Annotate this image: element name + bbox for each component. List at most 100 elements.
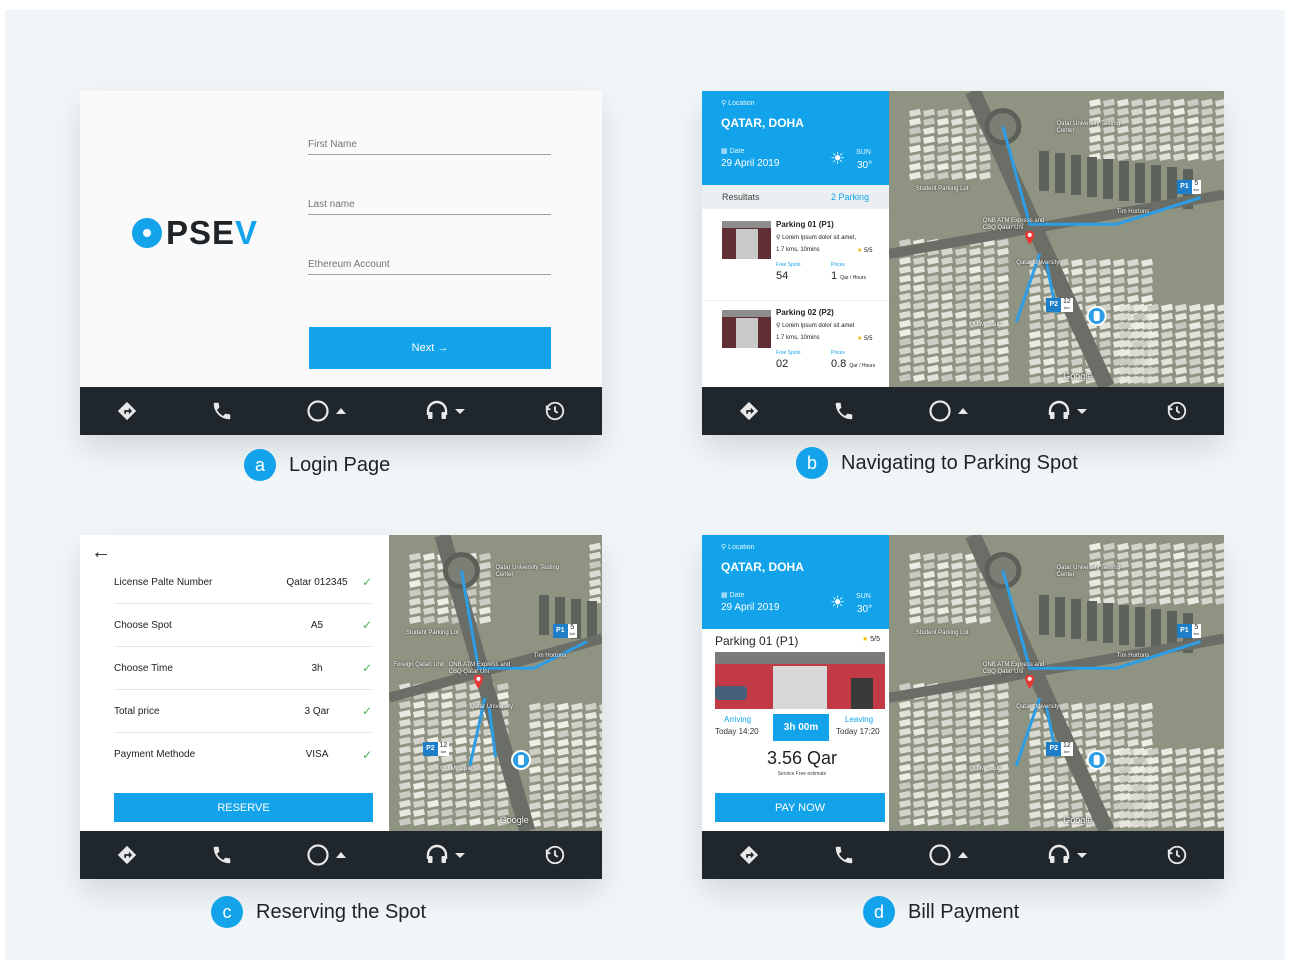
check-icon: ✓ [361, 747, 372, 762]
phone-icon[interactable] [833, 400, 855, 422]
navigation-screen: Qatar University Testing Center Student P… [702, 91, 1224, 435]
satellite-map [889, 535, 1224, 831]
car-navbar [702, 387, 1224, 435]
phone-icon[interactable] [211, 844, 233, 866]
check-icon: ✓ [361, 618, 372, 632]
parking-pin-p1[interactable]: P1 5 km [553, 623, 577, 638]
back-arrow-icon[interactable]: ← [91, 541, 111, 564]
row-value: 3 Qar [304, 705, 330, 717]
car-navbar [702, 831, 1224, 879]
directions-icon[interactable] [116, 844, 138, 866]
row-label: Total price [114, 705, 160, 717]
results-bar: Resultats 2 Parking [702, 185, 889, 209]
temperature-value: 30° [857, 160, 873, 171]
parking-distance: 1.7 kms, 10mins [776, 335, 820, 341]
ethereum-account-input[interactable] [308, 255, 551, 275]
location-header: ⚲ Location QATAR, DOHA ▦ Date 29 April 2… [702, 91, 889, 185]
temperature-value: 30° [857, 604, 873, 615]
google-watermark: Google [1063, 371, 1093, 381]
map-view[interactable]: Qatar University Testing Center Student P… [889, 535, 1224, 831]
logo-mark-icon [132, 218, 162, 248]
price-label: Prices [831, 262, 845, 268]
parking-pin-p1[interactable]: P1 5 km [1177, 179, 1201, 194]
pay-now-button[interactable]: PAY NOW [715, 793, 885, 822]
phone-icon[interactable] [211, 400, 233, 422]
caption-badge: c [211, 896, 243, 928]
reserve-row[interactable]: Total price 3 Qar ✓ [114, 690, 372, 733]
history-icon[interactable] [1166, 844, 1188, 866]
date-label: Date [729, 148, 745, 155]
map-label: Qatar University Testing Center [495, 564, 560, 578]
headphones-icon[interactable] [425, 843, 471, 867]
map-label: Tim Hortons [1116, 653, 1150, 660]
reserve-row[interactable]: License Palte Number Qatar 012345 ✓ [114, 561, 372, 604]
star-icon: ★ [857, 336, 863, 342]
last-name-input[interactable] [308, 195, 551, 215]
parking-item[interactable]: Parking 02 (P2) ⚲ Lorem ipsum dolor sit … [702, 302, 889, 387]
car-navbar [80, 387, 602, 435]
location-label: Location [728, 100, 755, 107]
parking-pin-p2[interactable]: P2 12 km [1046, 742, 1073, 757]
map-label: Qatar University [1016, 703, 1060, 710]
map-view[interactable]: Qatar University Testing Center Student P… [889, 91, 1224, 387]
directions-icon[interactable] [738, 400, 760, 422]
home-circle-icon[interactable] [306, 843, 352, 867]
parking-pin-p2[interactable]: P2 12 km [423, 742, 450, 757]
headphones-icon[interactable] [1047, 399, 1093, 423]
reserve-row[interactable]: Payment Methode VISA ✓ [114, 733, 372, 776]
map-view[interactable]: Qatar University Testing Center Student P… [389, 535, 602, 831]
price-value: 0.8 [831, 358, 847, 370]
check-icon: ✓ [361, 575, 372, 589]
parking-photo [722, 310, 771, 348]
home-circle-icon[interactable] [928, 399, 974, 423]
parking-item[interactable]: Parking 01 (P1) ⚲ Lorem ipsum dolor sit … [702, 215, 889, 301]
day-value: SUN [856, 593, 871, 600]
star-icon: ★ [857, 248, 863, 254]
map-label: Qatar University Testing Center [1056, 564, 1121, 578]
caption-badge: a [244, 449, 276, 481]
price-unit: Qar / Hours [840, 275, 867, 281]
map-label: Tim Hortons [533, 653, 567, 660]
check-icon: ✓ [361, 661, 372, 675]
date-value: 29 April 2019 [721, 158, 780, 169]
home-circle-icon[interactable] [928, 843, 974, 867]
reserve-row[interactable]: Choose Time 3h ✓ [114, 647, 372, 690]
parking-name: Parking 02 (P2) [776, 308, 834, 317]
map-label: QU Mosque [440, 765, 473, 772]
spots-value: 54 [776, 270, 789, 282]
headphones-icon[interactable] [1047, 843, 1093, 867]
price-unit: Qar / Hours [849, 363, 876, 369]
headphones-icon[interactable] [425, 399, 471, 423]
check-icon: ✓ [361, 704, 372, 718]
caption-text: Reserving the Spot [256, 900, 427, 923]
logo-text: PSE [166, 214, 236, 251]
calendar-icon: ▦ [721, 592, 728, 599]
next-button[interactable]: Next → [309, 327, 551, 369]
showcase-canvas: PSEV Next → a Login Page Qatar Universit… [5, 10, 1285, 960]
history-icon[interactable] [1166, 400, 1188, 422]
caption-b: b Navigating to Parking Spot [796, 447, 1078, 479]
reserve-row[interactable]: Choose Spot A5 ✓ [114, 604, 372, 647]
spots-label: Free Spots [776, 262, 801, 268]
row-label: License Palte Number [114, 576, 213, 588]
location-pin-icon: ⚲ [776, 323, 781, 329]
caption-a: a Login Page [244, 449, 390, 481]
parking-pin-p2[interactable]: P2 12 km [1046, 298, 1073, 313]
parking-rating: 5/5 [864, 248, 873, 254]
history-icon[interactable] [544, 844, 566, 866]
map-label: QU Mosque [969, 321, 1002, 328]
map-label: Foreign Qatari Unit [393, 662, 444, 669]
history-icon[interactable] [544, 400, 566, 422]
reserve-button[interactable]: RESERVE [114, 793, 373, 822]
leaving-time: Today 17:20 [836, 727, 880, 736]
parking-pin-p1[interactable]: P1 5 km [1177, 623, 1201, 638]
pin-id: P2 [1046, 298, 1061, 313]
directions-icon[interactable] [738, 844, 760, 866]
first-name-input[interactable] [308, 135, 551, 155]
directions-icon[interactable] [116, 400, 138, 422]
phone-icon[interactable] [833, 844, 855, 866]
parking-photo [715, 652, 885, 709]
map-label: Qatar University [1016, 259, 1060, 266]
home-circle-icon[interactable] [306, 399, 352, 423]
results-count: 2 Parking [831, 192, 870, 202]
